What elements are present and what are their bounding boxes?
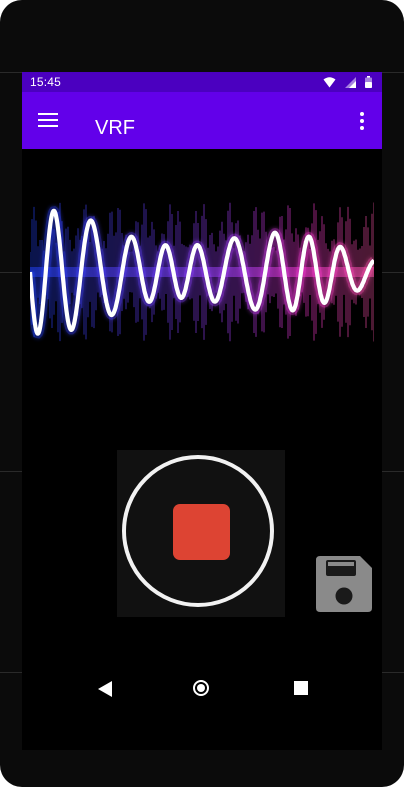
status-bar: 15:45 <box>22 72 382 92</box>
battery-icon <box>365 76 372 88</box>
floppy-disk-save-icon[interactable] <box>314 554 374 614</box>
home-icon[interactable] <box>193 680 209 696</box>
app-title: VRF <box>95 117 135 139</box>
cell-signal-icon <box>345 76 356 88</box>
wifi-icon <box>323 76 336 87</box>
audio-waveform-image <box>30 199 374 345</box>
record-button[interactable] <box>117 450 285 617</box>
app-screen: 15:45 VRF <box>22 72 382 750</box>
back-icon[interactable] <box>98 681 112 697</box>
hamburger-menu-icon[interactable] <box>38 112 58 128</box>
system-nav-bar <box>22 672 382 704</box>
app-bar: VRF <box>22 92 382 149</box>
more-vert-icon[interactable] <box>360 112 364 130</box>
status-icons <box>323 76 372 88</box>
recent-apps-icon[interactable] <box>294 681 308 695</box>
stop-icon <box>173 504 230 560</box>
phone-frame: 15:45 VRF <box>0 0 404 787</box>
status-time: 15:45 <box>30 75 62 89</box>
